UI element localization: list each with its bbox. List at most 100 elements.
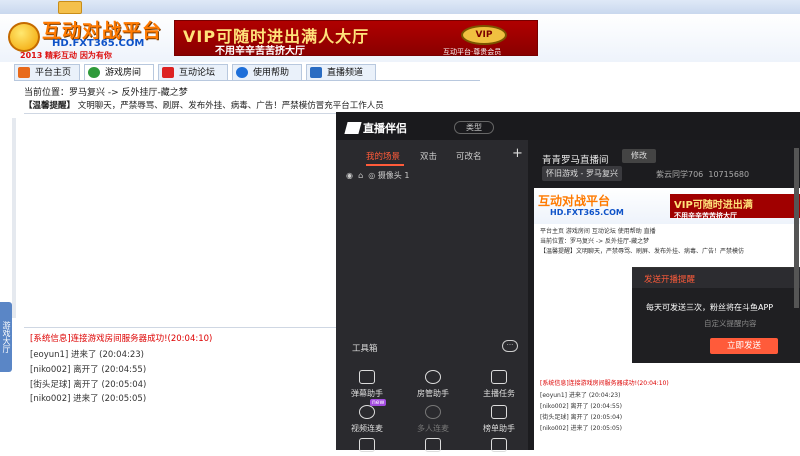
room-meta: 紫云同学706 10715680 [656,169,749,180]
help-icon [236,67,248,78]
site-banner: 互动对战平台 HD.FXT365.COM 2013 精彩互动 因为有你 VIP可… [0,14,800,62]
tab-rename[interactable]: 可改名 [456,150,482,162]
tool-room-admin[interactable]: 房管助手 [408,370,458,399]
tab-game-room[interactable]: 游戏房间 [84,64,154,80]
mascot-icon [8,22,40,52]
preview-logo-title: 互动对战平台 [538,194,611,208]
log-line: [niko002] 进来了 (20:05:05) [30,394,147,404]
logo-url: HD.FXT365.COM [52,38,145,49]
vip-badge-icon: VIP [461,25,507,45]
log-line: [niko002] 离开了 (20:04:55) [30,365,147,375]
ranking-icon [491,405,507,419]
category-pill[interactable]: 怀旧游戏 - 罗马复兴 [542,166,622,181]
preview-log-line: [系统信息]连接游戏房间服务器成功!(20:04:10) [540,380,669,387]
stream-companion-window: 直播伴侣 类型 我的场景 双击 可改名 + ◉ ⌂ ◎ 摄像头 1 工具箱 ··… [336,112,800,452]
tool-task[interactable]: 主播任务 [474,370,524,399]
toolbox-title: 工具箱 [352,344,378,354]
tab-label: 游戏房间 [105,68,142,78]
tab-duo[interactable]: 双击 [420,150,437,162]
game-room-icon [88,67,100,78]
popup-custom-link[interactable]: 自定义提醒内容 [704,318,757,329]
room-id: 10715680 [708,170,750,179]
eye-icon[interactable]: ◉ [346,171,353,180]
preview-vip-headline: VIP可随时进出满 [674,200,753,211]
tab-my-scenes[interactable]: 我的场景 [366,150,400,162]
preview-log-line: [街头足球] 离开了 (20:05:04) [540,414,623,421]
tool-video-link[interactable]: new 视频连麦 [342,399,392,434]
streamer-name: 紫云同学706 [656,170,704,179]
log-line: [系统信息]连接游戏房间服务器成功!(20:04:10) [30,334,213,344]
broadcast-reminder-popup: 发送开播提醒 每天可发送三次，粉丝将在斗鱼APP 自定义提醒内容 立即发送 [632,267,800,363]
tool-label: 房管助手 [417,389,449,398]
folder-icon[interactable] [58,1,82,14]
vip-caption: 互动平台·尊贵会员 [443,48,502,56]
preview-crumb: 当前位置：罗马复兴 -> 反外挂厅-藏之梦 [540,238,650,245]
breadcrumb: 当前位置：罗马复兴 -> 反外挂厅-藏之梦 [24,85,188,98]
popup-title: 发送开播提醒 [632,268,800,288]
vip-ad-banner[interactable]: VIP可随时进出满人大厅 不用辛辛苦苦挤大厅 VIP 互动平台·尊贵会员 [174,20,538,57]
task-icon [491,370,507,384]
more-tools-icon[interactable]: ··· [502,340,518,352]
tab-home[interactable]: 平台主页 [14,64,80,80]
tab-help[interactable]: 使用帮助 [232,64,302,80]
log-line: [eoyun1] 进来了 (20:04:23) [30,350,144,360]
preview-logo-url: HD.FXT365.COM [550,208,624,217]
chat-log: [系统信息]连接游戏房间服务器成功!(20:04:10) [eoyun1] 进来… [24,327,336,450]
room-view-pane[interactable] [24,113,336,325]
send-now-button[interactable]: 立即发送 [710,338,778,354]
preview-vip-banner: VIP可随时进出满 不用辛辛苦苦挤大厅 [670,194,800,220]
edit-room-button[interactable]: 修改 [622,149,656,163]
multi-link-icon [425,405,441,419]
live-channel-icon [310,67,322,78]
pane-scrollbar[interactable] [12,118,16,318]
app-name: 直播伴侣 [363,122,407,135]
tab-label: 平台主页 [35,68,72,78]
tool-danmaku[interactable]: 弹幕助手 [342,370,392,399]
tool-label: 榜单助手 [483,424,515,433]
notice-head: 【温馨提醒】 [24,101,76,111]
tab-live-channel[interactable]: 直播频道 [306,64,376,80]
breadcrumb-path[interactable]: 罗马复兴 -> 反外挂厅-藏之梦 [69,88,188,98]
tool-multi-link[interactable]: 多人连麦 [408,405,458,434]
log-line: [街头足球] 离开了 (20:05:04) [30,380,147,390]
tab-label: 直播频道 [327,68,364,78]
type-button[interactable]: 类型 [454,121,494,134]
active-tab-underline [366,164,404,166]
forum-icon [162,67,174,78]
source-camera[interactable]: ◉ ⌂ ◎ 摄像头 1 [346,170,409,181]
preview-nav: 平台主页 游戏房间 互动论坛 使用帮助 直播 [540,228,656,235]
tool-screenshot[interactable] [342,438,392,456]
tool-tv[interactable] [474,438,524,456]
stream-topbar: 直播伴侣 类型 [336,112,800,140]
source-label: 摄像头 1 [377,171,410,180]
lock-icon[interactable]: ⌂ [358,171,363,180]
tab-label: 使用帮助 [253,68,290,78]
preview-log-line: [niko002] 离开了 (20:04:55) [540,403,622,410]
scene-sidebar: 我的场景 双击 可改名 + ◉ ⌂ ◎ 摄像头 1 工具箱 ··· 弹幕助手 房… [336,140,528,452]
tool-download[interactable] [408,438,458,456]
tool-label: 主播任务 [483,389,515,398]
preview-banner: 互动对战平台 HD.FXT365.COM VIP可随时进出满 不用辛辛苦苦挤大厅 [534,188,800,224]
preview-log-line: [eoyun1] 进来了 (20:04:23) [540,392,621,399]
video-link-icon [359,405,375,419]
room-admin-icon [425,370,441,384]
tool-ranking[interactable]: 榜单助手 [474,405,524,434]
tab-forum[interactable]: 互动论坛 [158,64,228,80]
room-title: 青青罗马直播间 [542,155,609,166]
preview-notice: 【温馨提醒】文明聊天，严禁辱骂、刷屏、发布外挂、病毒、广告！严禁模仿 [540,248,745,255]
logo-slogan: 2013 精彩互动 因为有你 [20,51,112,60]
new-tag: new [370,399,387,406]
vip-subline: 不用辛辛苦苦挤大厅 [215,46,305,57]
add-scene-icon[interactable]: + [512,146,523,161]
preview-scrollbar[interactable] [794,148,799,308]
site-logo[interactable]: 互动对战平台 HD.FXT365.COM 2013 精彩互动 因为有你 [8,16,170,60]
notice-body: 文明聊天，严禁辱骂、刷屏、发布外挂、病毒、广告！严禁模仿冒充平台工作人员 [77,101,384,111]
preview-vip-subline: 不用辛辛苦苦挤大厅 [674,212,737,220]
tool-label: 视频连麦 [351,424,383,433]
app-logo-icon [344,122,362,134]
side-tab-game-hall[interactable]: 游戏大厅 [0,302,12,372]
notice-bar: 【温馨提醒】 文明聊天，严禁辱骂、刷屏、发布外挂、病毒、广告！严禁模仿冒充平台工… [24,99,484,111]
tab-label: 互动论坛 [179,68,216,78]
tool-label: 多人连麦 [417,424,449,433]
preview-log-line: [niko002] 进来了 (20:05:05) [540,425,622,432]
